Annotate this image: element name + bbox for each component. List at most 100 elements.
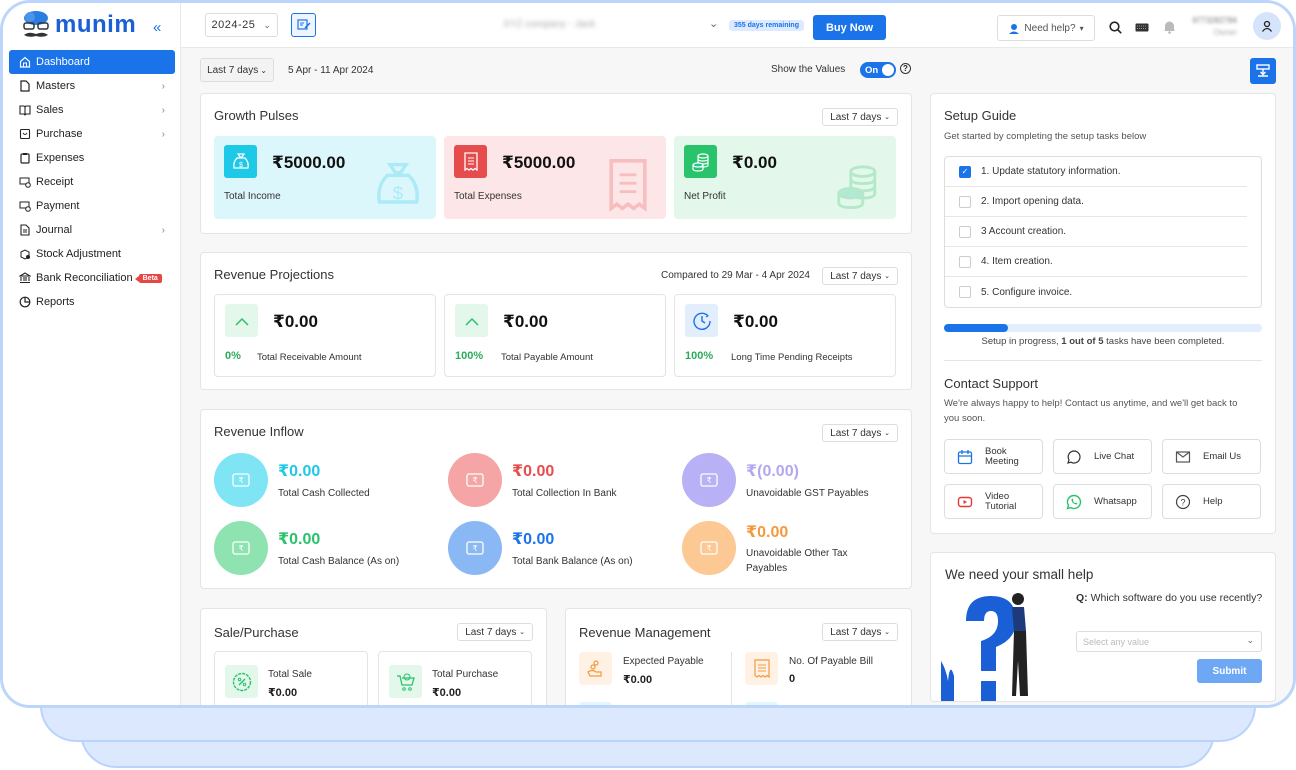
sidebar-item-dashboard[interactable]: Dashboard [9,50,175,74]
notification-bell-icon[interactable] [1163,20,1176,34]
sidebar-item-label: Journal [36,224,73,236]
projection-tile: ₹0.00 100% Total Payable Amount [444,294,666,377]
sidebar-item-stock-adjustment[interactable]: Stock Adjustment [9,242,175,266]
setup-task[interactable]: 4. Item creation. [945,247,1247,277]
sidebar-item-journal[interactable]: Journal › [9,218,175,242]
help-circle-icon[interactable]: ? [900,63,911,74]
sidebar-item-sales[interactable]: Sales › [9,98,175,122]
munim-mascot-icon [23,11,49,37]
total-purchase-tile: Total Purchase ₹0.00 [378,651,532,705]
submit-button[interactable]: Submit [1197,659,1262,683]
chevron-down-icon: ⌄ [884,273,890,280]
support-help-button[interactable]: ? Help [1162,484,1261,519]
period-dropdown[interactable]: Last 7 days ⌄ [822,424,898,442]
button-label: Video Tutorial [985,490,1017,512]
support-book-meeting-button[interactable]: Book Meeting [944,439,1043,474]
support-video-tutorial-button[interactable]: Video Tutorial [944,484,1043,519]
setup-task[interactable]: 2. Import opening data. [945,187,1247,217]
sidebar-item-reports[interactable]: Reports [9,290,175,314]
inflow-value: ₹0.00 [512,463,555,480]
card-title: Setup Guide [944,108,1017,123]
projection-tile: ₹0.00 0% Total Receivable Amount [214,294,436,377]
sidebar-item-payment[interactable]: Payment [9,194,175,218]
chevron-down-icon: ⌄ [260,65,267,75]
user-role: Owner [1213,28,1237,37]
period-dropdown[interactable]: Last 7 days ⌄ [822,108,898,126]
pulse-label: Net Profit [684,191,726,202]
keyboard-icon[interactable] [1135,23,1149,32]
period-dropdown[interactable]: Last 7 days ⌄ [457,623,533,641]
sidebar-item-receipt[interactable]: Receipt [9,170,175,194]
svg-text:$: $ [393,182,404,203]
period-filter-dropdown[interactable]: Last 7 days ⌄ [200,58,274,82]
clock-refresh-icon [685,304,718,337]
search-icon[interactable] [1109,21,1122,34]
chevron-down-icon: ⌄ [263,19,272,30]
support-live-chat-button[interactable]: Live Chat [1053,439,1152,474]
chevron-down-icon: ⌄ [519,629,525,636]
buy-now-button[interactable]: Buy Now [813,15,886,40]
file-icon [19,80,31,92]
setup-task[interactable]: 5. Configure invoice. [945,277,1247,307]
sidebar-nav: Dashboard Masters › Sales › Purchase › Expenses… [9,50,175,314]
customize-dashboard-button[interactable] [1250,58,1276,84]
sidebar-item-masters[interactable]: Masters › [9,74,175,98]
financial-year-select[interactable]: 2024-25 ⌄ [205,13,278,37]
edit-notes-button[interactable] [291,13,316,37]
button-label: Live Chat [1094,451,1135,462]
inflow-label: Total Bank Balance (As on) [512,556,633,567]
metric-value: ₹0.00 [623,674,653,686]
checkbox[interactable] [959,286,971,298]
user-avatar[interactable] [1253,12,1281,40]
task-label: 5. Configure invoice. [981,286,1073,298]
logo[interactable]: munim [21,9,136,41]
inflow-label: Total Collection In Bank [512,488,617,499]
collapse-sidebar-icon[interactable]: « [153,19,161,36]
shopping-cart-icon [389,665,422,698]
sidebar-item-label: Stock Adjustment [36,248,121,260]
checkbox-checked[interactable]: ✓ [959,165,971,178]
need-help-dropdown[interactable]: Need help? ▾ [997,15,1095,41]
card-title: Sale/Purchase [214,625,299,640]
bag-icon [19,128,31,140]
projection-tile: ₹0.00 100% Long Time Pending Receipts [674,294,896,377]
checkbox[interactable] [959,255,971,268]
sidebar-item-label: Bank Reconciliation [36,272,133,284]
show-values-toggle[interactable]: On [860,62,896,78]
period-dropdown[interactable]: Last 7 days ⌄ [822,267,898,285]
setup-task[interactable]: 3 Account creation. [945,217,1247,247]
sidebar-item-label: Expenses [36,152,85,164]
svg-text:₹: ₹ [238,544,243,553]
period-dropdown[interactable]: Last 7 days ⌄ [822,623,898,641]
divider [731,652,732,705]
receipt-icon [19,176,31,188]
comparison-label: Compared to 29 Mar - 4 Apr 2024 [661,270,810,281]
cash-note-icon: ₹ [214,521,268,575]
support-whatsapp-button[interactable]: Whatsapp [1053,484,1152,519]
software-select[interactable]: Select any value ⌄ [1076,631,1262,652]
setup-task[interactable]: ✓ 1. Update statutory information. [945,157,1247,187]
money-bag-icon: ₹ [448,453,502,507]
revenue-projections-card: Revenue Projections Compared to 29 Mar -… [200,252,912,390]
checkbox[interactable] [959,195,971,208]
sidebar-item-label: Sales [36,104,64,116]
pulse-value: ₹5000.00 [502,153,576,172]
sidebar-item-expenses[interactable]: Expenses [9,146,175,170]
user-info[interactable]: 9773282784 Owner [1187,15,1238,39]
card-title: Revenue Management [579,625,711,640]
task-label: 4. Item creation. [981,256,1053,267]
sidebar-item-purchase[interactable]: Purchase › [9,122,175,146]
checkbox[interactable] [959,225,971,238]
support-email-us-button[interactable]: Email Us [1162,439,1261,474]
whatsapp-icon [1066,494,1082,510]
projection-value: ₹0.00 [733,312,778,331]
projection-label: Long Time Pending Receipts [731,352,853,363]
bank-icon [19,272,31,284]
sidebar-item-bank-reconciliation[interactable]: Bank Reconciliation Beta [9,266,175,290]
app-window: munim « Dashboard Masters › Sales › Purchase ›… [0,0,1296,708]
topbar: 2024-25 ⌄ XYZ company - Jack ⌄ 355 days … [181,3,1293,48]
money-bag-icon: $ [224,145,257,178]
inflow-item: ₹ ₹0.00 Total Cash Balance (As on) [214,521,444,577]
youtube-icon [957,494,973,510]
company-select-chevron-icon[interactable]: ⌄ [709,17,718,30]
